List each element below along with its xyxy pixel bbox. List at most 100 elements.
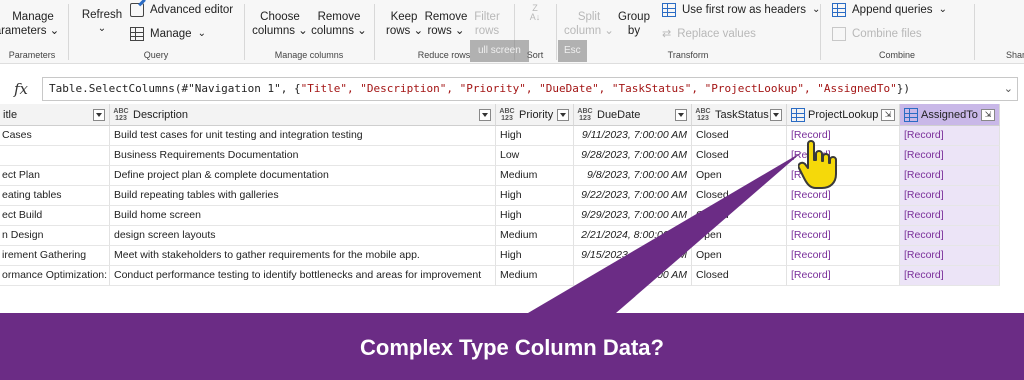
column-header-description[interactable]: ABC 123 Description: [110, 104, 496, 126]
chevron-down-icon[interactable]: ⌄: [1004, 78, 1013, 100]
fx-icon[interactable]: fx: [6, 78, 36, 100]
column-filter-dropdown-icon[interactable]: [770, 108, 782, 121]
table-cell: ormance Optimization:: [0, 266, 110, 286]
column-header-assignedto[interactable]: AssignedTo ⇲: [900, 104, 1000, 126]
esc-key-hint[interactable]: Esc: [558, 40, 587, 62]
table-cell: Closed: [692, 266, 787, 286]
column-header-label: AssignedTo: [921, 108, 978, 121]
chevron-down-icon: ⌄: [294, 25, 308, 37]
table-cell: Medium: [496, 226, 574, 246]
record-link[interactable]: [Record]: [787, 246, 900, 266]
table-icon: [130, 27, 144, 41]
filter-rows-label-1: Filter: [474, 11, 500, 23]
esc-key-label: Esc: [564, 45, 581, 56]
column-header-label: ProjectLookup: [808, 108, 879, 121]
title-banner: Complex Type Column Data?: [0, 313, 1024, 380]
share-group: Shar: [976, 0, 1024, 64]
manage-label: Manage: [150, 28, 192, 40]
remove-columns-button[interactable]: Remove columns ⌄: [310, 10, 368, 38]
table-cell: irement Gathering: [0, 246, 110, 266]
column-header-taskstatus[interactable]: ABC 123 TaskStatus: [692, 104, 787, 126]
replace-icon: ⇄: [662, 28, 672, 40]
fullscreen-hint: ull screen: [470, 40, 529, 62]
expand-column-icon[interactable]: ⇲: [881, 108, 895, 121]
append-queries-button[interactable]: Append queries ⌄: [832, 3, 947, 17]
chevron-down-icon: ⌄: [197, 28, 206, 39]
group-by-button[interactable]: Group by: [616, 10, 652, 38]
ribbon-divider: [68, 4, 69, 60]
manage-parameters-label-2: arameters ⌄: [0, 24, 62, 38]
chevron-down-icon: ⌄: [97, 23, 107, 34]
refresh-button[interactable]: Refresh ⌄: [80, 8, 124, 36]
column-filter-dropdown-icon[interactable]: [479, 108, 491, 121]
remove-columns-label-2-text: columns: [311, 25, 354, 37]
combine-files-button[interactable]: Combine files: [832, 27, 922, 41]
advanced-editor-button[interactable]: Advanced editor: [130, 3, 233, 17]
replace-values-button[interactable]: ⇄ Replace values: [662, 27, 756, 41]
ribbon-divider: [244, 4, 245, 60]
sort-az-icon[interactable]: Z A↓: [524, 4, 546, 22]
choose-columns-button[interactable]: Choose columns ⌄: [252, 10, 308, 38]
table-header-icon: [662, 3, 676, 17]
record-link[interactable]: [Record]: [900, 206, 1000, 226]
formula-bar: fx Table.SelectColumns(#"Navigation 1", …: [0, 76, 1024, 102]
table-cell: Open: [692, 226, 787, 246]
table-cell: Meet with stakeholders to gather require…: [110, 246, 496, 266]
manage-parameters-button[interactable]: Manage arameters ⌄: [0, 10, 62, 38]
choose-columns-label-1: Choose: [260, 11, 300, 23]
chevron-down-icon: ⌄: [451, 25, 465, 37]
manage-parameters-label-2-text: arameters: [0, 25, 47, 37]
ribbon: Manage arameters ⌄ Parameters Refresh ⌄ …: [0, 0, 1024, 64]
table-cell: ect Build: [0, 206, 110, 226]
table-cell: Closed: [692, 146, 787, 166]
table-cell: Medium: [496, 266, 574, 286]
table-cell: High: [496, 206, 574, 226]
record-link[interactable]: [Record]: [787, 266, 900, 286]
record-link[interactable]: [Record]: [900, 126, 1000, 146]
fullscreen-hint-text: ull screen: [478, 45, 521, 56]
column-header-projectlookup[interactable]: ProjectLookup ⇲: [787, 104, 900, 126]
column-header-itle[interactable]: itle: [0, 104, 110, 126]
record-link[interactable]: [Record]: [900, 186, 1000, 206]
use-first-row-label: Use first row as headers: [682, 4, 806, 16]
column-filter-dropdown-icon[interactable]: [93, 108, 105, 121]
table-cell: Business Requirements Documentation: [110, 146, 496, 166]
query-group: Refresh ⌄ Advanced editor Manage ⌄ Query: [70, 0, 242, 64]
table-cell: n Design: [0, 226, 110, 246]
share-group-label: Shar: [1006, 50, 1024, 60]
column-header-duedate[interactable]: ABC 123 DueDate: [574, 104, 692, 126]
column-filter-dropdown-icon[interactable]: [675, 108, 687, 121]
record-link[interactable]: [Record]: [900, 146, 1000, 166]
keep-rows-label-2-text: rows: [386, 25, 411, 37]
keep-rows-button[interactable]: Keep rows ⌄: [386, 10, 423, 38]
ribbon-divider: [820, 4, 821, 60]
split-column-button[interactable]: Split column ⌄: [564, 10, 614, 38]
remove-columns-label-1: Remove: [317, 11, 361, 23]
use-first-row-as-headers-button[interactable]: Use first row as headers ⌄: [662, 3, 820, 17]
table-cell: Closed: [692, 126, 787, 146]
table-cell: Build test cases for unit testing and in…: [110, 126, 496, 146]
group-by-label-2: by: [627, 25, 641, 37]
any-type-icon: ABC 123: [113, 107, 129, 122]
table-cell: 9/15/2023, 7:00:00 AM: [574, 246, 692, 266]
filter-rows-button[interactable]: Filter rows: [470, 10, 504, 38]
column-header-priority[interactable]: ABC 123 Priority: [496, 104, 574, 126]
record-link[interactable]: [Record]: [900, 166, 1000, 186]
record-link[interactable]: [Record]: [900, 226, 1000, 246]
chevron-down-icon: ⌄: [46, 25, 60, 37]
group-by-label-1: Group: [618, 11, 650, 23]
any-type-icon: ABC 123: [577, 107, 593, 122]
record-link[interactable]: [Record]: [787, 206, 900, 226]
formula-input[interactable]: Table.SelectColumns(#"Navigation 1", {"T…: [42, 77, 1018, 101]
table-cell: 9/28/2023, 7:00:00 AM: [574, 146, 692, 166]
record-link[interactable]: [Record]: [787, 226, 900, 246]
record-link[interactable]: [Record]: [900, 266, 1000, 286]
combine-files-label: Combine files: [852, 28, 922, 40]
record-link[interactable]: [Record]: [900, 246, 1000, 266]
expand-column-icon[interactable]: ⇲: [981, 108, 995, 121]
manage-button[interactable]: Manage ⌄: [130, 27, 206, 41]
remove-rows-button[interactable]: Remove rows ⌄: [424, 10, 468, 38]
column-filter-dropdown-icon[interactable]: [557, 108, 569, 121]
replace-values-label: Replace values: [677, 28, 756, 40]
table-cell: 2/21/2024, 8:00:00 AM: [574, 226, 692, 246]
